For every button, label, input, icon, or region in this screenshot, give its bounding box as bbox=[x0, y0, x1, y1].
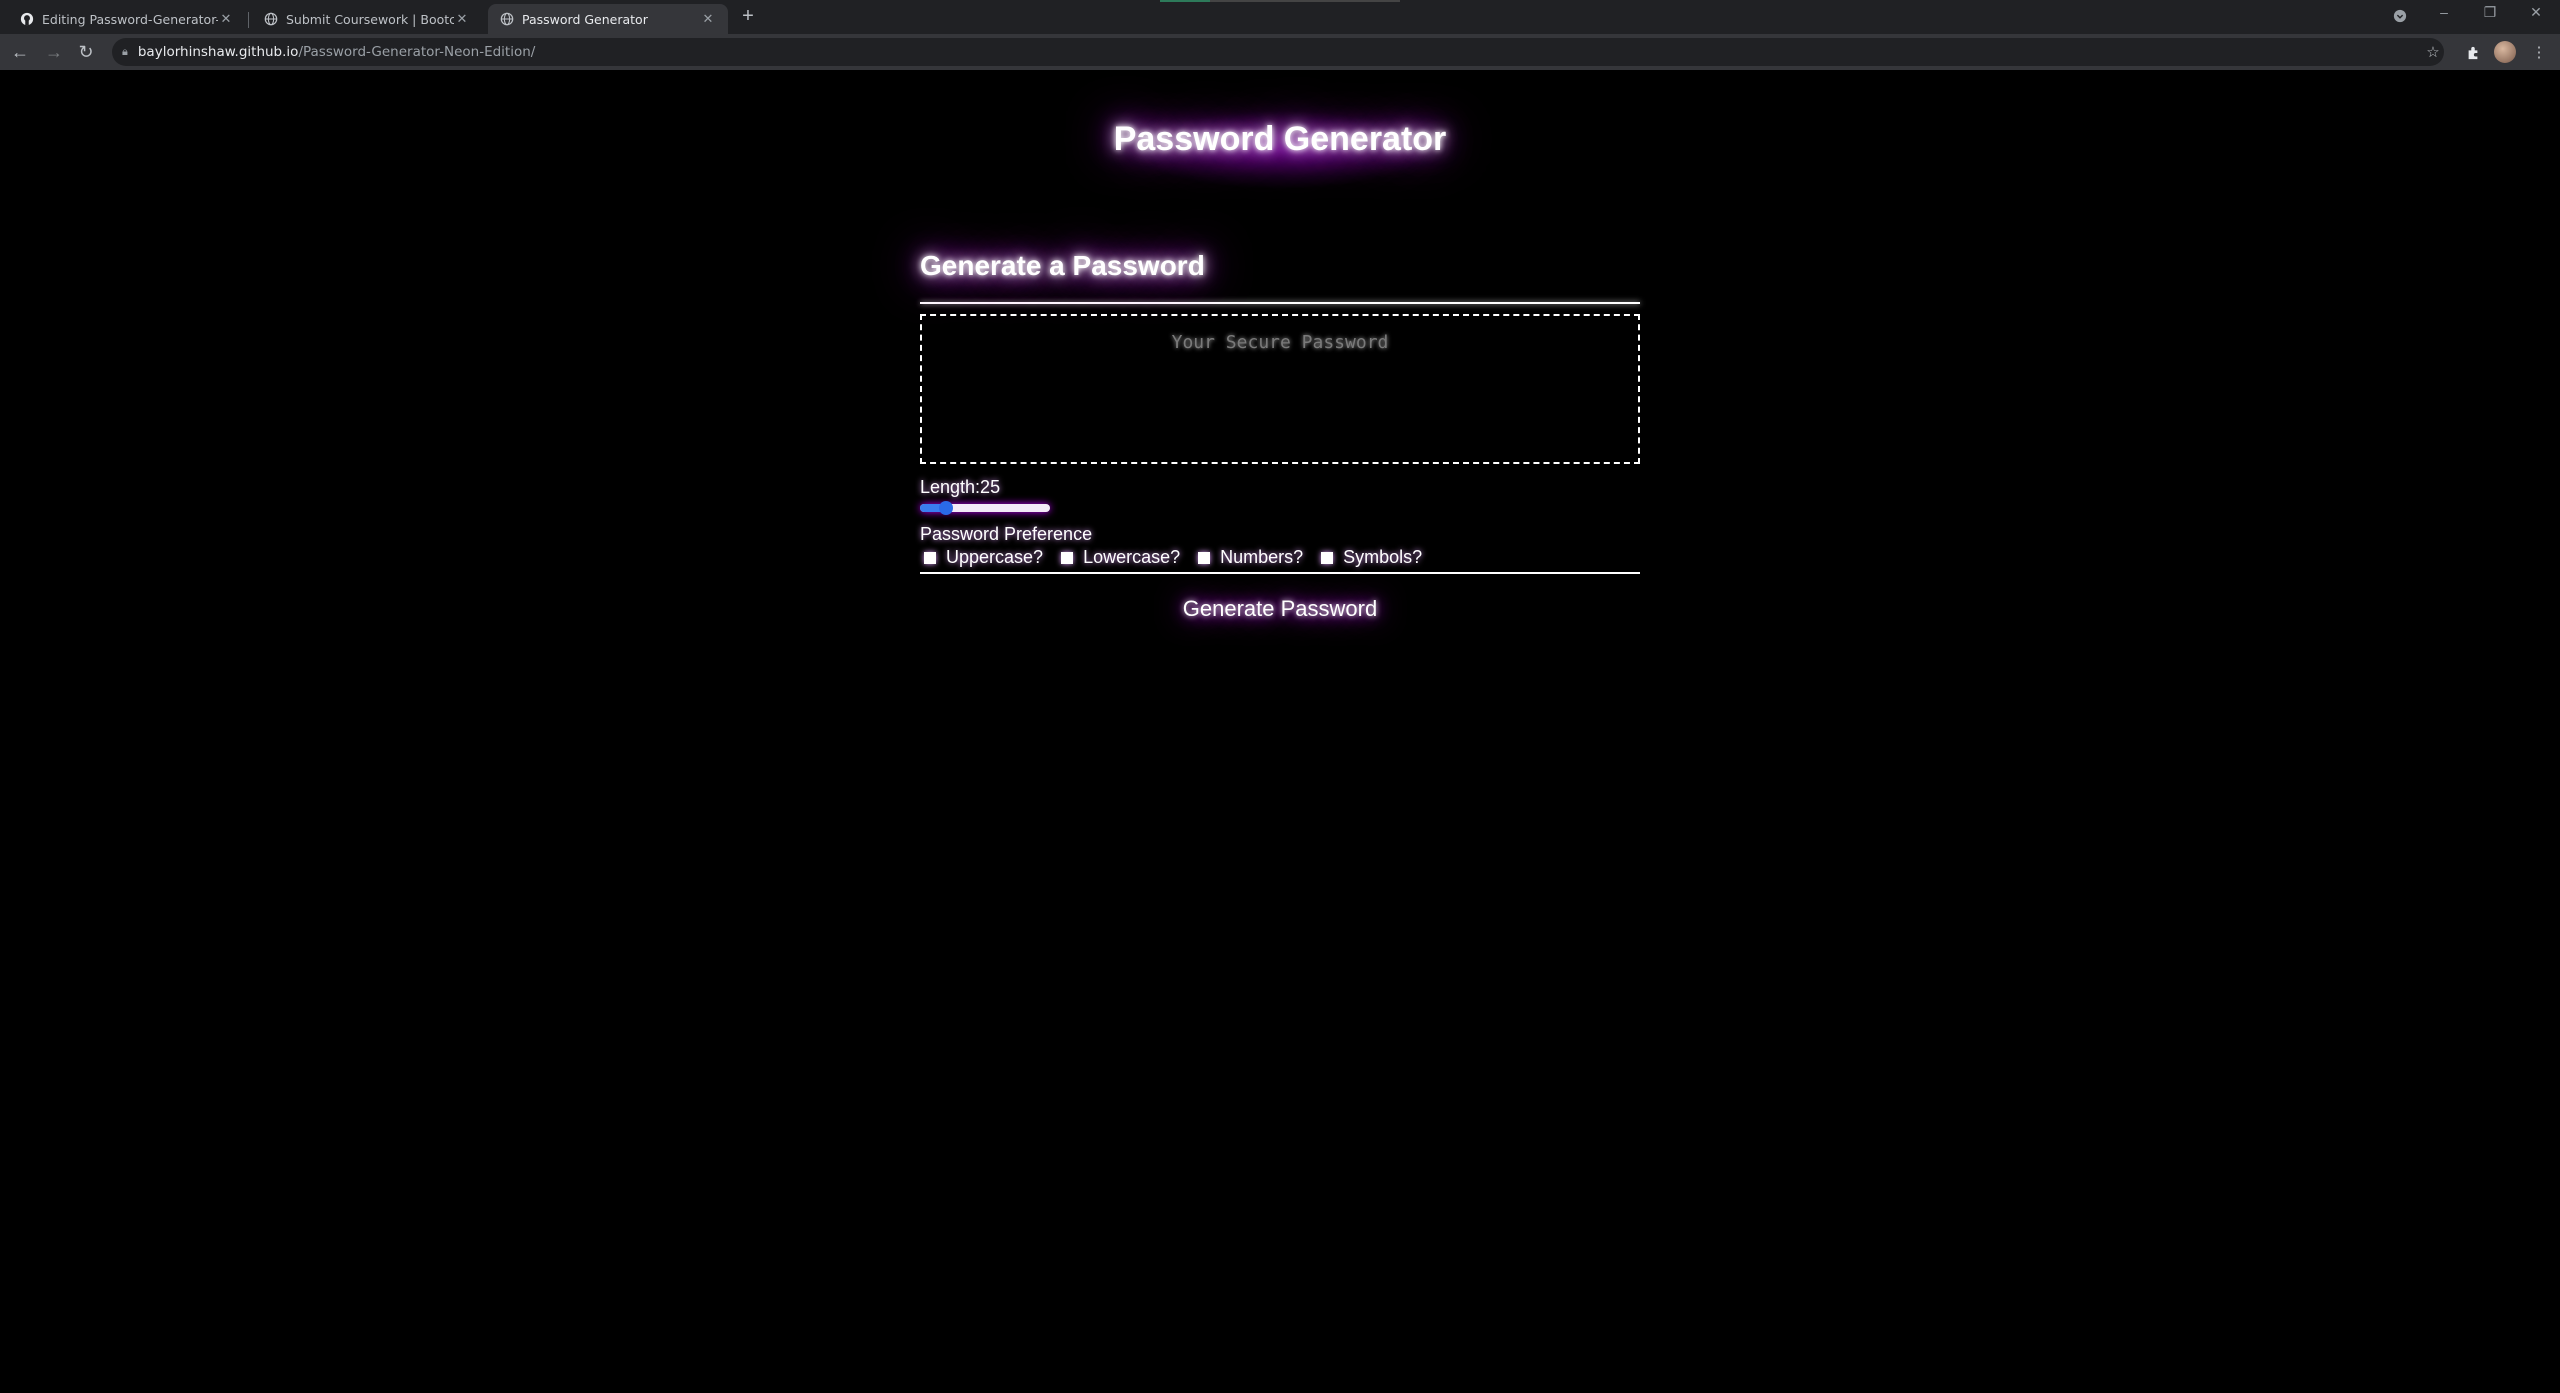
close-icon[interactable]: ✕ bbox=[454, 12, 470, 27]
header-divider bbox=[920, 302, 1640, 304]
generate-password-button[interactable]: Generate Password bbox=[1183, 596, 1377, 622]
github-icon bbox=[20, 12, 34, 26]
preference-options: Uppercase? Lowercase? Numbers? Symbols? bbox=[920, 547, 1640, 568]
extensions-icon[interactable] bbox=[2462, 42, 2484, 64]
symbols-checkbox[interactable]: Symbols? bbox=[1317, 547, 1422, 568]
new-tab-button[interactable]: + bbox=[736, 4, 760, 30]
browser-toolbar: ← → ↻ 🔒︎ baylorhinshaw.github.io /Passwo… bbox=[0, 34, 2560, 70]
checkbox-label: Lowercase? bbox=[1083, 547, 1181, 567]
page-title: Password Generator bbox=[1113, 120, 1447, 158]
length-slider[interactable] bbox=[920, 501, 1050, 515]
bookmark-star-icon[interactable]: ☆ bbox=[2422, 42, 2444, 64]
back-icon[interactable]: ← bbox=[8, 40, 32, 64]
loading-indicator bbox=[1160, 0, 1400, 2]
uppercase-checkbox[interactable]: Uppercase? bbox=[920, 547, 1043, 568]
preference-label: Password Preference bbox=[920, 524, 1093, 544]
reload-icon[interactable]: ↻ bbox=[74, 40, 98, 64]
tab-title: Submit Coursework | Bootcamp bbox=[286, 11, 454, 27]
url-host: baylorhinshaw.github.io bbox=[137, 44, 299, 60]
tab-editing-repo[interactable]: Editing Password-Generator-Neo ✕ bbox=[8, 4, 246, 34]
forward-icon[interactable]: → bbox=[42, 40, 66, 64]
close-window-button[interactable]: ✕ bbox=[2516, 4, 2556, 28]
address-bar[interactable]: 🔒︎ baylorhinshaw.github.io /Password-Gen… bbox=[112, 38, 2444, 66]
tab-strip: Editing Password-Generator-Neo ✕ Submit … bbox=[0, 0, 2560, 34]
generator-card: Generate a Password Length:25 Password P… bbox=[920, 250, 1640, 622]
close-icon[interactable]: ✕ bbox=[218, 12, 234, 27]
url-path: /Password-Generator-Neon-Edition/ bbox=[298, 44, 536, 60]
restore-button[interactable]: ❐ bbox=[2470, 4, 2510, 28]
minimize-button[interactable]: – bbox=[2424, 4, 2464, 28]
options-divider bbox=[920, 572, 1640, 574]
slider-thumb[interactable] bbox=[939, 501, 953, 515]
checkbox-box[interactable] bbox=[1061, 551, 1074, 564]
card-header: Generate a Password bbox=[920, 250, 1205, 281]
tab-title: Password Generator bbox=[522, 11, 648, 27]
tab-title: Editing Password-Generator-Neo bbox=[42, 11, 218, 27]
checkbox-box[interactable] bbox=[1321, 551, 1334, 564]
page-content: Password Generator Generate a Password L… bbox=[0, 70, 2560, 1393]
globe-icon bbox=[500, 12, 514, 26]
lock-icon[interactable]: 🔒︎ bbox=[122, 45, 128, 59]
profile-avatar[interactable] bbox=[2494, 41, 2516, 63]
close-icon[interactable]: ✕ bbox=[700, 12, 716, 27]
length-label: Length:25 bbox=[920, 477, 1001, 497]
checkbox-label: Numbers? bbox=[1220, 547, 1304, 567]
tab-password-generator[interactable]: Password Generator ✕ bbox=[488, 4, 728, 34]
tab-submit-coursework[interactable]: Submit Coursework | Bootcamp ✕ bbox=[252, 4, 482, 34]
checkbox-label: Uppercase? bbox=[946, 547, 1044, 567]
numbers-checkbox[interactable]: Numbers? bbox=[1194, 547, 1303, 568]
menu-kebab-icon[interactable]: ⋮ bbox=[2528, 42, 2550, 64]
checkbox-box[interactable] bbox=[924, 551, 936, 564]
globe-icon bbox=[264, 12, 278, 26]
password-output[interactable] bbox=[920, 314, 1640, 464]
lowercase-checkbox[interactable]: Lowercase? bbox=[1057, 547, 1180, 568]
checkbox-box[interactable] bbox=[1198, 551, 1211, 564]
checkbox-label: Symbols? bbox=[1343, 547, 1423, 567]
tab-search-icon[interactable] bbox=[2380, 4, 2420, 28]
